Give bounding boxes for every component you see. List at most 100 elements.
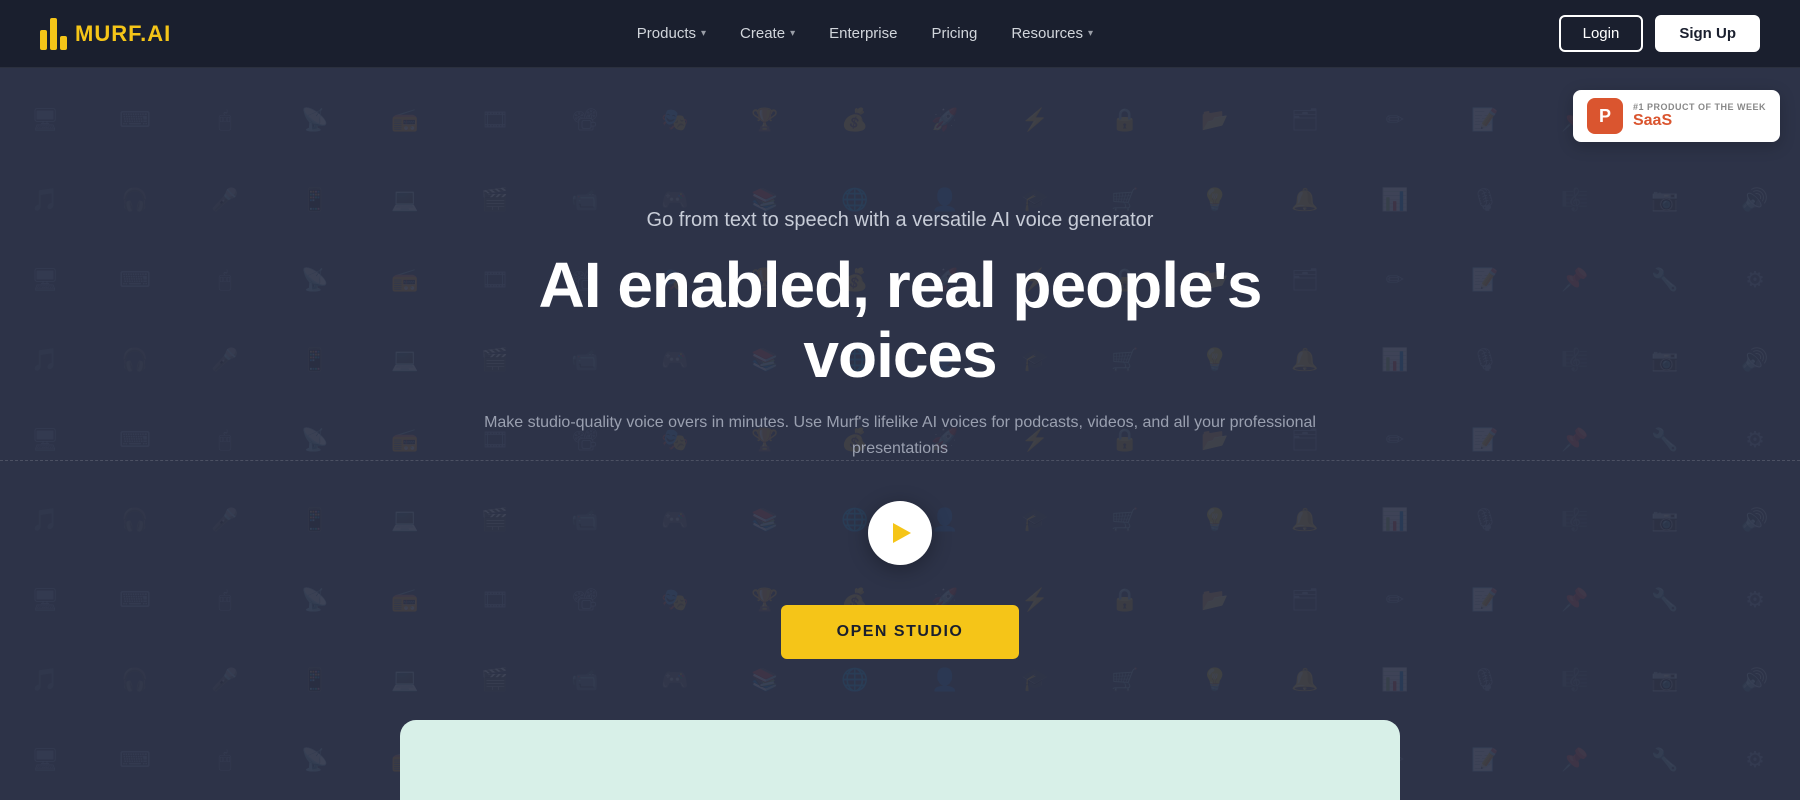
- nav-enterprise[interactable]: Enterprise: [815, 17, 911, 50]
- bg-icon: 💻: [360, 640, 450, 720]
- logo[interactable]: MURF.AI: [40, 18, 171, 50]
- bg-icon: 📻: [360, 240, 450, 320]
- bg-icon: 🔧: [1620, 560, 1710, 640]
- bg-icon: 📱: [270, 640, 360, 720]
- bg-icon: 📌: [1530, 560, 1620, 640]
- bg-icon: 📂: [1170, 560, 1260, 640]
- nav-products[interactable]: Products ▾: [623, 17, 720, 50]
- bg-icon: 🔒: [1080, 560, 1170, 640]
- bg-icon: 🖥: [0, 560, 90, 640]
- login-button[interactable]: Login: [1559, 15, 1644, 52]
- bg-icon: 📹: [540, 640, 630, 720]
- bg-icon: 🎙: [1440, 640, 1530, 720]
- bg-icon: 📱: [270, 160, 360, 240]
- bg-icon: 🎬: [450, 640, 540, 720]
- chevron-down-icon: ▾: [701, 28, 706, 39]
- product-hunt-badge[interactable]: P #1 PRODUCT OF THE WEEK SaaS: [1573, 90, 1780, 142]
- bg-icon: 🎞: [450, 80, 540, 160]
- bg-icon: 📝: [1440, 240, 1530, 320]
- bg-icon: 📝: [1440, 720, 1530, 800]
- bg-icon: ⚡: [990, 80, 1080, 160]
- logo-icon: [40, 18, 67, 50]
- play-icon: [893, 523, 911, 543]
- nav-resources[interactable]: Resources ▾: [997, 17, 1107, 50]
- bg-icon: 🖱: [180, 240, 270, 320]
- bg-icon: 📌: [1530, 720, 1620, 800]
- bg-icon: 📽: [540, 80, 630, 160]
- bg-icon: 🗂: [1260, 560, 1350, 640]
- bg-icon: 📻: [360, 80, 450, 160]
- nav-links: Products ▾ Create ▾ Enterprise Pricing R…: [623, 17, 1107, 50]
- bg-icon: 🎮: [630, 640, 720, 720]
- bg-icon: 🎵: [0, 320, 90, 400]
- bg-icon: 🏆: [720, 80, 810, 160]
- bg-icon: 🎧: [90, 480, 180, 560]
- bg-icon: 🎼: [1530, 640, 1620, 720]
- bg-icon: 🎼: [1530, 320, 1620, 400]
- bg-icon: 🔒: [1080, 80, 1170, 160]
- bg-icon: 📽: [540, 560, 630, 640]
- bg-icon: 📡: [270, 560, 360, 640]
- hero-subtitle: Go from text to speech with a versatile …: [470, 209, 1330, 232]
- bg-icon: 📻: [360, 400, 450, 480]
- nav-pricing[interactable]: Pricing: [917, 17, 991, 50]
- bg-icon: 🎭: [630, 560, 720, 640]
- logo-bar-1: [40, 30, 47, 50]
- logo-bar-2: [50, 18, 57, 50]
- bg-icon: 📊: [1350, 480, 1440, 560]
- play-button[interactable]: [868, 501, 932, 565]
- bg-icon: 📡: [270, 240, 360, 320]
- bg-icon: 📝: [1440, 560, 1530, 640]
- nav-actions: Login Sign Up: [1559, 15, 1760, 52]
- bg-icon: ⚙: [1710, 240, 1800, 320]
- nav-create[interactable]: Create ▾: [726, 17, 809, 50]
- bg-icon: 🖱: [180, 720, 270, 800]
- logo-text: MURF.AI: [75, 21, 171, 47]
- bg-icon: ⚙: [1710, 400, 1800, 480]
- bg-icon: 🗂: [1260, 80, 1350, 160]
- hero-description: Make studio-quality voice overs in minut…: [470, 410, 1330, 461]
- bg-icon: 🎧: [90, 160, 180, 240]
- bg-icon: 📷: [1620, 320, 1710, 400]
- bg-icon: 🔊: [1710, 480, 1800, 560]
- bg-icon: 💻: [360, 320, 450, 400]
- chevron-down-icon: ▾: [790, 28, 795, 39]
- bg-icon: ⚙: [1710, 720, 1800, 800]
- bg-icon: 📌: [1530, 240, 1620, 320]
- bg-icon: 🎵: [0, 640, 90, 720]
- bg-icon: ✏: [1350, 400, 1440, 480]
- bg-icon: ⌨: [90, 400, 180, 480]
- bg-icon: 🎙: [1440, 320, 1530, 400]
- bg-icon: 📱: [270, 320, 360, 400]
- bg-icon: 📝: [1440, 80, 1530, 160]
- bg-icon: 🎞: [450, 560, 540, 640]
- bg-icon: 🎭: [630, 80, 720, 160]
- bg-icon: ⌨: [90, 720, 180, 800]
- bg-icon: 🎧: [90, 320, 180, 400]
- bg-icon: 📷: [1620, 640, 1710, 720]
- bg-icon: 📝: [1440, 400, 1530, 480]
- chevron-down-icon: ▾: [1088, 28, 1093, 39]
- bg-icon: 🔧: [1620, 400, 1710, 480]
- hero-title: AI enabled, real people's voices: [470, 250, 1330, 391]
- bg-icon: 📡: [270, 400, 360, 480]
- bg-icon: 🚀: [900, 80, 990, 160]
- bg-icon: 🎼: [1530, 160, 1620, 240]
- product-hunt-text: #1 PRODUCT OF THE WEEK SaaS: [1633, 102, 1766, 130]
- bg-icon: 🖥: [0, 80, 90, 160]
- bg-icon: ⌨: [90, 80, 180, 160]
- bg-icon: 🔊: [1710, 640, 1800, 720]
- bg-icon: 🎙: [1440, 480, 1530, 560]
- open-studio-button[interactable]: OPEN STUDIO: [781, 605, 1020, 659]
- logo-bar-3: [60, 36, 67, 50]
- bg-icon: 📡: [270, 720, 360, 800]
- bg-icon: 🔧: [1620, 720, 1710, 800]
- bg-icon: 🎼: [1530, 480, 1620, 560]
- bg-icon: 💰: [810, 80, 900, 160]
- bg-icon: 🖱: [180, 560, 270, 640]
- signup-button[interactable]: Sign Up: [1655, 15, 1760, 52]
- bg-icon: 🎵: [0, 480, 90, 560]
- bg-icon: 🖱: [180, 80, 270, 160]
- hero-content: Go from text to speech with a versatile …: [450, 209, 1350, 502]
- bg-icon: 🖥: [0, 400, 90, 480]
